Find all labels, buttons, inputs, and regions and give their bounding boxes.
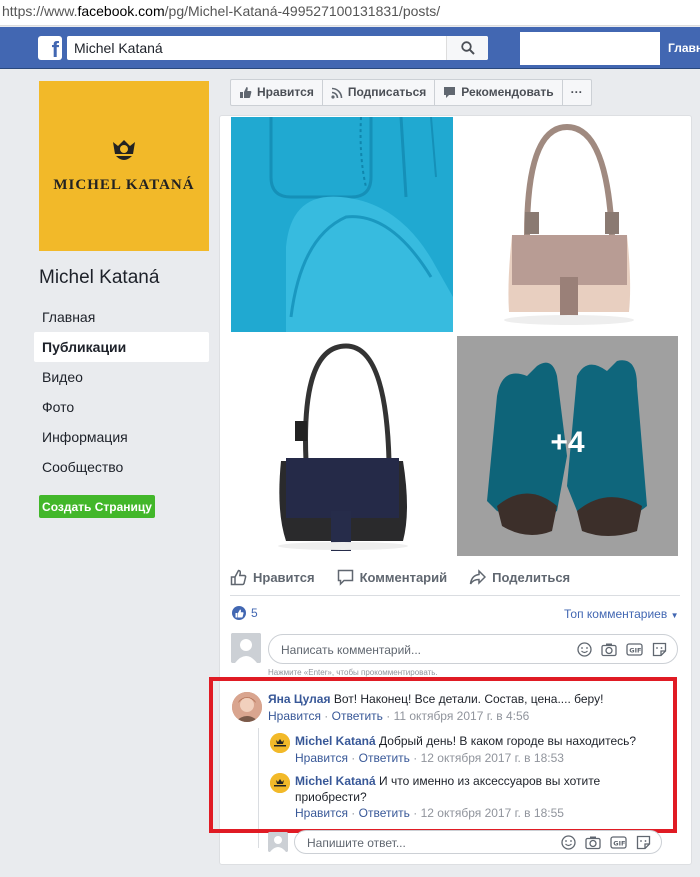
divider [230,595,680,596]
svg-text:GIF: GIF [629,646,641,654]
search-icon [461,41,475,55]
url-domain: facebook.com [77,3,165,19]
navy-handbag-image [231,336,453,556]
top-navigation-bar: f Главн [0,27,700,69]
page-like-button[interactable]: Нравится [231,80,323,105]
comment-sort-dropdown[interactable]: Топ комментариев ▼ [564,607,678,621]
chevron-down-icon: ▼ [670,611,679,620]
share-icon [469,568,487,585]
facebook-logo-icon[interactable]: f [38,36,62,60]
default-user-icon [268,832,288,852]
page-like-label: Нравится [257,85,314,99]
comment-tools: GIF [577,642,667,657]
camera-icon[interactable] [601,642,617,657]
follow-button[interactable]: Подписаться [323,80,436,105]
post-like-label: Нравится [253,569,315,585]
post-photo-beige-handbag[interactable] [457,117,678,332]
crest-logo-icon [113,140,135,160]
follow-label: Подписаться [347,85,427,99]
camera-icon[interactable] [585,835,601,850]
recommend-label: Рекомендовать [461,85,554,99]
more-options-button[interactable]: ··· [563,80,591,105]
page-navigation: Главная Публикации Видео Фото Информация… [34,302,209,482]
nav-item-videos[interactable]: Видео [34,362,209,392]
default-user-icon [231,633,261,663]
rss-icon [331,87,343,99]
account-box[interactable] [520,32,660,65]
post-comment-button[interactable]: Комментарий [337,566,448,588]
url-path: /pg/Michel-Kataná-499527100131831/posts/ [164,3,441,19]
emoji-icon[interactable] [561,835,576,850]
enter-hint: Нажмите «Еnter», чтобы прокомментировать… [268,668,438,677]
page-action-bar: Нравится Подписаться Рекомендовать ··· [230,79,592,106]
nav-item-posts[interactable]: Публикации [34,332,209,362]
post-reaction-bar: Нравится Комментарий Поделиться [230,566,680,588]
post-like-button[interactable]: Нравится [230,566,315,588]
thumbs-up-icon [240,87,252,98]
more-photos-count: +4 [550,426,585,459]
search-box [67,36,488,60]
page-profile-picture[interactable]: MICHEL KATANÁ [39,81,209,251]
reply-placeholder: Напишите ответ... [307,836,406,850]
page-title[interactable]: Michel Kataná [39,267,159,289]
reply-input[interactable]: Напишите ответ... GIF [294,830,662,854]
viewer-avatar [231,633,261,663]
emoji-icon[interactable] [577,642,592,657]
create-page-button[interactable]: Создать Страницу [39,495,155,518]
speech-bubble-icon [444,87,456,98]
post-photo-glove-closeup[interactable] [231,117,453,332]
search-input[interactable] [67,36,447,60]
post-share-button[interactable]: Поделиться [469,566,570,588]
post-photo-navy-handbag[interactable] [231,336,453,556]
recommend-button[interactable]: Рекомендовать [435,80,563,105]
thumbs-up-outline-icon [230,569,247,585]
gif-icon[interactable]: GIF [626,642,643,657]
post-photo-teal-gloves[interactable]: +4 [457,336,678,556]
post-share-label: Поделиться [492,569,571,585]
search-button[interactable] [446,36,488,60]
nav-item-community[interactable]: Сообщество [34,452,209,482]
comment-placeholder: Написать комментарий... [281,643,422,657]
home-link[interactable]: Главн [668,41,700,55]
url-prefix: https://www. [2,3,78,19]
glove-closeup-image [231,117,453,332]
nav-item-about[interactable]: Информация [34,422,209,452]
viewer-reply-avatar [268,832,288,852]
highlight-box [209,677,677,833]
sticker-icon[interactable] [652,642,667,657]
comment-sort-label: Топ комментариев [564,607,668,621]
likes-count: 5 [251,606,258,620]
comment-icon [337,569,353,586]
reply-tools: GIF [561,835,651,850]
post-comment-label: Комментарий [359,569,448,585]
logo-wordmark: MICHEL KATANÁ [53,177,195,193]
likes-summary[interactable]: 5 [232,606,258,620]
sticker-icon[interactable] [636,835,651,850]
like-reaction-icon [232,606,246,620]
nav-item-photos[interactable]: Фото [34,392,209,422]
beige-handbag-image [457,117,678,332]
comment-input[interactable]: Написать комментарий... GIF [268,634,678,664]
address-bar[interactable]: https://www.facebook.com/pg/Michel-Katan… [0,0,700,26]
nav-item-home[interactable]: Главная [34,302,209,332]
gif-icon[interactable]: GIF [610,835,627,850]
svg-text:GIF: GIF [613,839,625,847]
